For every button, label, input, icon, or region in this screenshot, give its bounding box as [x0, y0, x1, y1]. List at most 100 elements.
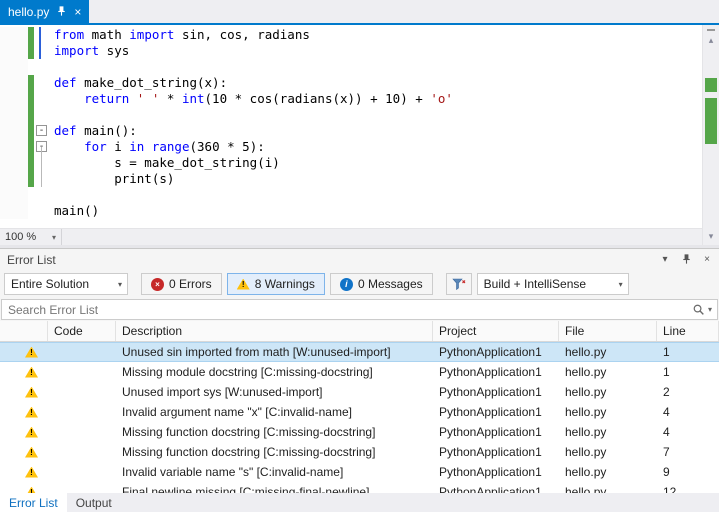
error-row[interactable]: ! Invalid argument name "x" [C:invalid-na…	[0, 402, 719, 422]
column-header-project[interactable]: Project	[433, 321, 559, 341]
scope-dropdown[interactable]: Entire Solution ▾	[4, 273, 128, 295]
description-cell: Unused import sys [W:unused-import]	[122, 385, 323, 399]
code-token: *	[159, 91, 182, 106]
column-header-line[interactable]: Line	[657, 321, 719, 341]
search-bar: ▾	[0, 298, 719, 321]
column-header-description[interactable]: Description	[116, 321, 433, 341]
file-cell: hello.py	[565, 385, 607, 399]
window-position-icon[interactable]: ▾	[658, 253, 672, 267]
code-token: math	[84, 27, 130, 42]
code-line[interactable]	[0, 59, 702, 75]
breakpoint-margin[interactable]	[0, 91, 28, 107]
warning-icon: !	[25, 386, 38, 398]
code-cell	[48, 422, 116, 442]
file-cell: hello.py	[565, 405, 607, 419]
code-cell	[48, 482, 116, 493]
error-rows: ! Unused sin imported from math [W:unused…	[0, 342, 719, 493]
bottom-tab-error-list[interactable]: Error List	[0, 493, 67, 512]
code-line[interactable]: - def main():	[0, 123, 702, 139]
code-token: main()	[54, 203, 100, 218]
panel-title-bar[interactable]: Error List ▾ ×	[0, 249, 719, 270]
warning-icon: !	[25, 426, 38, 438]
code-line[interactable]: - for i in range(360 * 5):	[0, 139, 702, 155]
severity-cell: !	[0, 482, 48, 493]
error-icon: ×	[151, 277, 164, 291]
code-token: s = make_dot_string(i)	[54, 155, 280, 170]
column-headers: Code Description Project File Line	[0, 321, 719, 342]
code-line[interactable]: import sys	[0, 43, 702, 59]
error-row[interactable]: ! Final newline missing [C:missing-final-…	[0, 482, 719, 493]
error-row[interactable]: ! Missing function docstring [C:missing-d…	[0, 422, 719, 442]
code-line[interactable]: from math import sin, cos, radians	[0, 27, 702, 43]
breakpoint-margin[interactable]	[0, 59, 28, 75]
scroll-down-arrow-icon[interactable]: ▾	[703, 230, 719, 244]
error-row[interactable]: ! Unused import sys [W:unused-import] Pyth…	[0, 382, 719, 402]
scrollbar-splitter-grip[interactable]	[703, 25, 719, 34]
search-input[interactable]	[1, 299, 718, 320]
column-header-file[interactable]: File	[559, 321, 657, 341]
severity-cell: !	[0, 362, 48, 382]
code-line[interactable]	[0, 187, 702, 203]
pin-icon[interactable]	[679, 253, 693, 267]
outline-margin	[34, 203, 50, 219]
tab-hello-py[interactable]: hello.py ×	[0, 0, 90, 23]
column-header-code[interactable]: Code	[48, 321, 116, 341]
close-icon[interactable]: ×	[700, 253, 714, 267]
hscroll-track[interactable]	[62, 229, 702, 245]
breakpoint-margin[interactable]	[0, 171, 28, 187]
filter-icon-button[interactable]	[445, 273, 472, 295]
code-editor[interactable]: from math import sin, cos, radians import…	[0, 25, 702, 228]
code-line[interactable]: def make_dot_string(x):	[0, 75, 702, 91]
errors-filter-button[interactable]: × 0 Errors	[141, 273, 222, 295]
project-cell: PythonApplication1	[439, 425, 542, 439]
code-token: range	[151, 139, 190, 154]
breakpoint-margin[interactable]	[0, 43, 28, 59]
project-cell: PythonApplication1	[439, 405, 542, 419]
code-token: sin, cos, radians	[174, 27, 310, 42]
code-text: from math import sin, cos, radians	[50, 27, 310, 43]
breakpoint-margin[interactable]	[0, 139, 28, 155]
pin-icon[interactable]	[56, 6, 67, 17]
code-line[interactable]: print(s)	[0, 171, 702, 187]
build-intellisense-dropdown[interactable]: Build + IntelliSense ▾	[476, 273, 629, 295]
code-line[interactable]: main()	[0, 203, 702, 219]
zoom-control[interactable]: 100 % ▾	[0, 228, 62, 246]
scrollbar-track[interactable]	[703, 48, 719, 228]
fold-toggle-icon[interactable]: -	[36, 125, 47, 136]
vertical-scrollbar[interactable]: ▴ ▾	[702, 25, 719, 245]
outline-margin	[34, 43, 50, 59]
code-line[interactable]	[0, 107, 702, 123]
breakpoint-margin[interactable]	[0, 123, 28, 139]
line-cell: 9	[663, 465, 670, 479]
horizontal-scrollbar[interactable]: 100 % ▾	[0, 228, 702, 246]
warnings-filter-button[interactable]: ! 8 Warnings	[226, 273, 325, 295]
breakpoint-margin[interactable]	[0, 27, 28, 43]
error-row[interactable]: ! Invalid variable name "s" [C:invalid-na…	[0, 462, 719, 482]
breakpoint-margin[interactable]	[0, 107, 28, 123]
breakpoint-margin[interactable]	[0, 187, 28, 203]
errors-filter-label: 0 Errors	[169, 277, 212, 291]
column-header-icon[interactable]	[0, 321, 48, 341]
code-token: def	[54, 123, 77, 138]
filter-icon	[451, 278, 466, 290]
description-cell: Missing module docstring [C:missing-docs…	[122, 365, 373, 379]
scroll-up-arrow-icon[interactable]: ▴	[703, 34, 719, 48]
breakpoint-margin[interactable]	[0, 203, 28, 219]
search-controls[interactable]: ▾	[692, 303, 712, 316]
editor-area: hello.py × from math import sin, cos, ra…	[0, 0, 719, 246]
bottom-tab-output[interactable]: Output	[67, 493, 121, 512]
code-line[interactable]: s = make_dot_string(i)	[0, 155, 702, 171]
close-icon[interactable]: ×	[74, 6, 81, 18]
error-row[interactable]: ! Unused sin imported from math [W:unused…	[0, 342, 719, 362]
breakpoint-margin[interactable]	[0, 75, 28, 91]
code-cell	[48, 462, 116, 482]
code-line[interactable]: return ' ' * int(10 * cos(radians(x)) + …	[0, 91, 702, 107]
warning-bang: !	[30, 347, 33, 357]
warning-bang: !	[30, 407, 33, 417]
messages-filter-button[interactable]: i 0 Messages	[329, 273, 433, 295]
error-row[interactable]: ! Missing function docstring [C:missing-d…	[0, 442, 719, 462]
error-row[interactable]: ! Missing module docstring [C:missing-doc…	[0, 362, 719, 382]
code-token: def	[54, 75, 77, 90]
breakpoint-margin[interactable]	[0, 155, 28, 171]
